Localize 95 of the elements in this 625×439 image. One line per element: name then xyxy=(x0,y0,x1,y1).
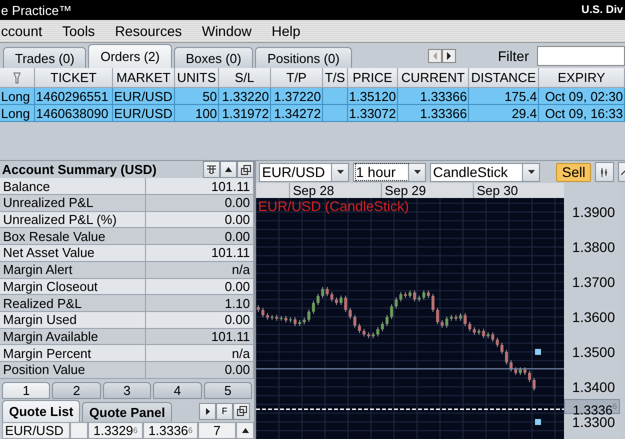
table-cell: Long xyxy=(0,105,35,122)
summary-label: Unrealized P&L (%) xyxy=(0,212,146,228)
tab[interactable]: Orders (2) xyxy=(88,44,172,68)
summary-label: Position Value xyxy=(0,362,146,378)
menu-item[interactable]: Resources xyxy=(114,23,182,39)
chart-style-dropdown[interactable]: CandleStick xyxy=(430,162,540,182)
filter-label: Filter xyxy=(498,48,529,64)
summary-value: 101.11 xyxy=(146,178,254,194)
summary-label: Margin Used xyxy=(0,312,146,328)
table-cell: 1460296551 xyxy=(35,88,113,105)
chart-title: EUR/USD (CandleStick) xyxy=(258,198,409,214)
summary-value: n/a xyxy=(146,345,254,361)
tab[interactable]: 1 xyxy=(2,382,50,399)
column-header[interactable]: T/P xyxy=(271,68,323,88)
table-cell: 175.4 xyxy=(469,88,539,105)
column-header[interactable]: TICKET xyxy=(35,68,113,88)
column-header[interactable]: T/S xyxy=(323,68,348,88)
summary-value: 101.11 xyxy=(146,245,254,261)
price-axis-label: 1.3500 xyxy=(572,344,615,360)
summary-value: 101.11 xyxy=(146,328,254,344)
price-axis-label: 1.3900 xyxy=(572,204,615,220)
table-cell: 1.34272 xyxy=(271,105,323,122)
panel-title: Account Summary (USD) xyxy=(2,162,158,178)
summary-label: Box Resale Value xyxy=(0,228,146,244)
panel-button[interactable]: F xyxy=(216,402,233,420)
price-axis-label: 1.3700 xyxy=(572,274,615,290)
column-header[interactable]: DISTANCE xyxy=(469,68,539,88)
column-header[interactable]: PRICE xyxy=(348,68,398,88)
current-price-label: 1.3336$^{6}$ xyxy=(564,399,620,414)
tab[interactable]: Positions (0) xyxy=(255,47,352,68)
table-cell: Oct 09, 02:30 xyxy=(539,88,625,105)
menu-item[interactable]: Help xyxy=(272,23,300,39)
table-cell: 1.35120 xyxy=(348,88,398,105)
table-cell: 1.33366 xyxy=(398,105,469,122)
summary-value: n/a xyxy=(146,262,254,278)
table-cell: 29.4 xyxy=(469,105,539,122)
interval-dropdown[interactable]: 1 hour xyxy=(353,162,426,182)
table-cell: 100 xyxy=(175,105,219,122)
table-cell: 1.31972 xyxy=(219,105,271,122)
tab[interactable]: 5 xyxy=(204,382,252,399)
table-cell: 50 xyxy=(175,88,219,105)
sell-button[interactable]: Sell xyxy=(556,162,592,182)
table-cell: EUR/USD xyxy=(113,105,175,122)
tab[interactable]: Boxes (0) xyxy=(174,47,254,68)
tab[interactable]: 3 xyxy=(102,382,152,399)
price-axis-label: 1.3300 xyxy=(572,414,615,430)
summary-value: 1.10 xyxy=(146,295,254,311)
summary-value: 0.00 xyxy=(146,212,254,228)
table-cell: 1.33072 xyxy=(348,105,398,122)
table-cell: EUR/USD xyxy=(113,88,175,105)
summary-value: 0.00 xyxy=(146,228,254,244)
summary-value: 0.00 xyxy=(146,278,254,294)
summary-label: Margin Closeout xyxy=(0,278,146,294)
table-cell: 1.33366 xyxy=(398,88,469,105)
summary-label: Realized P&L xyxy=(0,295,146,311)
ask-price[interactable]: 1.3336$^{6}$ xyxy=(143,422,198,439)
menu-item[interactable]: Window xyxy=(202,23,252,39)
date-label: Sep 30 xyxy=(476,183,518,198)
summary-value: 0.00 xyxy=(146,195,254,211)
tab[interactable]: Quote Panel xyxy=(82,402,172,422)
table-cell: Long xyxy=(0,88,35,105)
spread-value: 7 xyxy=(198,422,236,439)
price-axis-label: 1.3600 xyxy=(572,308,615,325)
bid-price[interactable]: 1.3329$^{6}$ xyxy=(88,422,143,439)
column-header[interactable]: EXPIRY xyxy=(539,68,625,88)
table-cell: 1.33220 xyxy=(219,88,271,105)
summary-label: Balance xyxy=(0,178,146,194)
account-label: U.S. Div xyxy=(581,4,623,16)
tab[interactable]: Quote List xyxy=(2,400,80,422)
summary-value: 0.00 xyxy=(146,362,254,378)
quote-market[interactable]: EUR/USD xyxy=(2,422,70,439)
summary-value: 0.00 xyxy=(146,312,254,328)
table-cell: 1.37220 xyxy=(271,88,323,105)
summary-label: Net Asset Value xyxy=(0,245,146,261)
summary-label: Margin Available xyxy=(0,328,146,344)
date-label: Sep 28 xyxy=(292,183,334,198)
tab[interactable]: Trades (0) xyxy=(3,47,86,68)
app-title: e Practice™ xyxy=(1,2,72,18)
symbol-dropdown[interactable]: EUR/USD xyxy=(259,162,349,182)
menu-item[interactable]: Tools xyxy=(62,23,95,39)
price-axis-label: 1.3400 xyxy=(572,378,615,395)
table-cell: 1460638090 xyxy=(35,105,113,122)
summary-label: Unrealized P&L xyxy=(0,195,146,211)
table-cell: Oct 09, 16:33 xyxy=(539,105,625,122)
date-label: Sep 29 xyxy=(384,183,426,198)
summary-label: Margin Percent xyxy=(0,345,146,361)
summary-label: Margin Alert xyxy=(0,262,146,278)
column-header[interactable]: UNITS xyxy=(175,68,219,88)
tab[interactable]: 4 xyxy=(153,382,202,399)
price-axis-label: 1.3800 xyxy=(572,238,615,255)
tab[interactable]: 2 xyxy=(52,382,101,399)
menu-item[interactable]: ccount xyxy=(1,23,42,39)
column-header[interactable]: CURRENT xyxy=(398,68,469,88)
column-header[interactable]: MARKET xyxy=(113,68,175,88)
column-header[interactable]: S/L xyxy=(219,68,271,88)
